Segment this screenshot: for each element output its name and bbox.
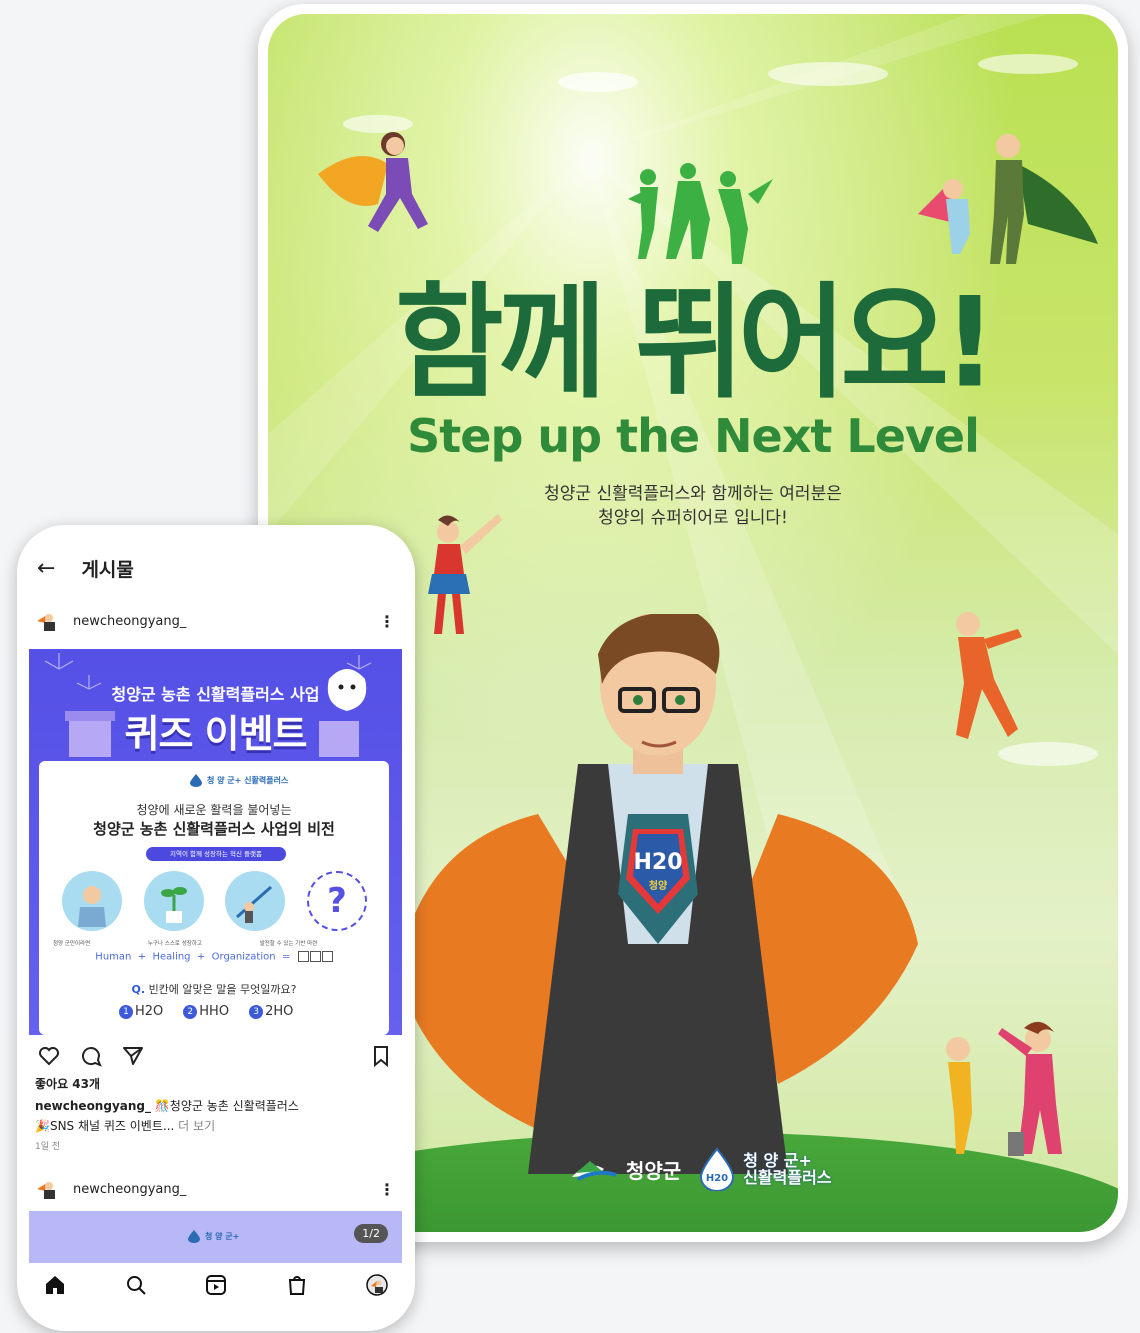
question-mark-icon: ? [306,871,367,931]
post-image[interactable]: 청양군 농촌 신활력플러스 사업 퀴즈 이벤트 청 양 군+ 신활력플러스 청양… [29,649,402,1035]
comment-icon[interactable] [79,1044,103,1068]
quiz-card: 청 양 군+ 신활력플러스 청양에 새로운 활력을 불어넣는 청양군 농촌 신활… [39,761,389,1035]
phone-frame: ← 게시물 newcheongyang_ ⋮ 청양군 농촌 신활력플러스 사업 … [17,525,415,1331]
hero-emblem-sub: 청양 [649,879,668,892]
purple-hero-figure [318,132,428,232]
banner-headline: 퀴즈 이벤트 [124,712,307,756]
post-actions [37,1044,393,1068]
bottom-nav [43,1273,389,1297]
search-icon[interactable] [124,1273,148,1297]
profile-icon[interactable] [365,1273,389,1297]
option-1: 1 H2O [119,1004,163,1019]
card-pill: 지역이 함께 성장하는 혁신 플랫폼 [146,847,286,861]
post-username[interactable]: newcheongyang_ [73,614,186,629]
poster-logos: 청양군 H20 청 양 군+ 신활력플러스 [568,1147,832,1191]
hero-emblem-text: H20 [633,850,682,875]
post2-username[interactable]: newcheongyang_ [73,1182,186,1197]
carousel-counter: 1/2 [354,1224,388,1243]
formula: Human + Healing + Organization = [39,951,389,963]
orange-hero-figure [956,612,1022,739]
healing-illustration [143,871,204,931]
home-icon[interactable] [43,1273,67,1297]
quiz-question: Q. 빈칸에 알맞은 말을 무엇일까요? [131,983,297,996]
back-arrow-icon[interactable]: ← [37,556,55,581]
post2-image[interactable]: 청 양 군+ 1/2 [29,1211,402,1263]
poster-description: 청양군 신활력플러스와 함께하는 여러분은 청양의 슈퍼히어로 입니다! [268,482,1118,530]
more-options-icon[interactable]: ⋮ [379,1180,395,1199]
heart-icon[interactable] [37,1044,61,1068]
circle-captions: 청양 군민이라면 누구나 스스로 성장하고 발전할 수 있는 기반 마련 [53,941,318,947]
description-line-1: 청양군 신활력플러스와 함께하는 여러분은 [544,484,842,504]
post-time: 1일 전 [35,1142,61,1152]
post-author-row: newcheongyang_ ⋮ [33,607,395,635]
sparkle-emoji-icon: 🎉 [35,1119,50,1133]
svg-text:H20: H20 [706,1173,728,1184]
party-emoji-icon: 🎊 [154,1099,170,1113]
post-caption: newcheongyang_ 🎊청양군 농촌 신활력플러스 🎉SNS 채널 퀴즈… [35,1096,405,1136]
quiz-options: 1 H2O 2 HHO 3 2HO [119,1004,293,1019]
post2-author-row: newcheongyang_ ⋮ [33,1175,395,1203]
county-logo-text: 청양군 [626,1158,682,1183]
hero-avatar-icon [37,614,55,631]
caption-text-2: SNS 채널 퀴즈 이벤트... [49,1119,175,1133]
card-line-1: 청양에 새로운 활력을 불어넣는 [136,803,292,817]
county-logo: 청양군 [568,1155,681,1184]
green-hero-figures [918,134,1098,264]
h2o-logo-line2: 신활력플러스 [743,1168,832,1187]
caption-text: 청양군 농촌 신활력플러스 [169,1099,299,1113]
more-link[interactable]: 더 보기 [178,1119,215,1133]
post2-logo: 청 양 군+ [187,1229,239,1243]
card-logo: 청 양 군+ 신활력플러스 [189,773,288,787]
like-count[interactable]: 좋아요 43개 [35,1075,100,1092]
card-line-2: 청양군 농촌 신활력플러스 사업의 비전 [93,820,335,838]
poster-subheadline: Step up the Next Level [407,409,980,463]
page-title: 게시물 [81,559,134,581]
water-drop-icon [190,774,202,787]
organization-illustration [225,871,286,931]
human-illustration [62,871,122,931]
main-hero-figure: H20 청양 [398,614,918,1174]
hero-avatar-icon [37,1182,55,1199]
water-drop-icon [188,1230,200,1243]
reels-icon[interactable] [204,1273,228,1297]
water-drop-icon: H20 [700,1147,735,1191]
bookmark-icon[interactable] [369,1044,393,1068]
post-header: ← 게시물 [37,555,134,582]
h2o-logo: H20 청 양 군+ 신활력플러스 [697,1147,832,1191]
description-line-2: 청양의 슈퍼히어로 입니다! [598,508,788,528]
caption-username[interactable]: newcheongyang_ [35,1099,151,1113]
option-3: 3 2HO [249,1004,293,1019]
county-emblem-icon [572,1161,617,1181]
kid-heroes-figures [946,1021,1062,1156]
option-2: 2 HHO [183,1004,229,1019]
avatar[interactable] [33,607,61,635]
vision-circles: ? [62,871,367,931]
share-icon[interactable] [121,1044,145,1068]
avatar[interactable] [33,1175,61,1203]
shop-icon[interactable] [285,1273,309,1297]
banner-title: 청양군 농촌 신활력플러스 사업 [111,685,320,704]
more-options-icon[interactable]: ⋮ [379,612,395,631]
h2o-logo-line1: 청 양 군+ [743,1151,812,1170]
